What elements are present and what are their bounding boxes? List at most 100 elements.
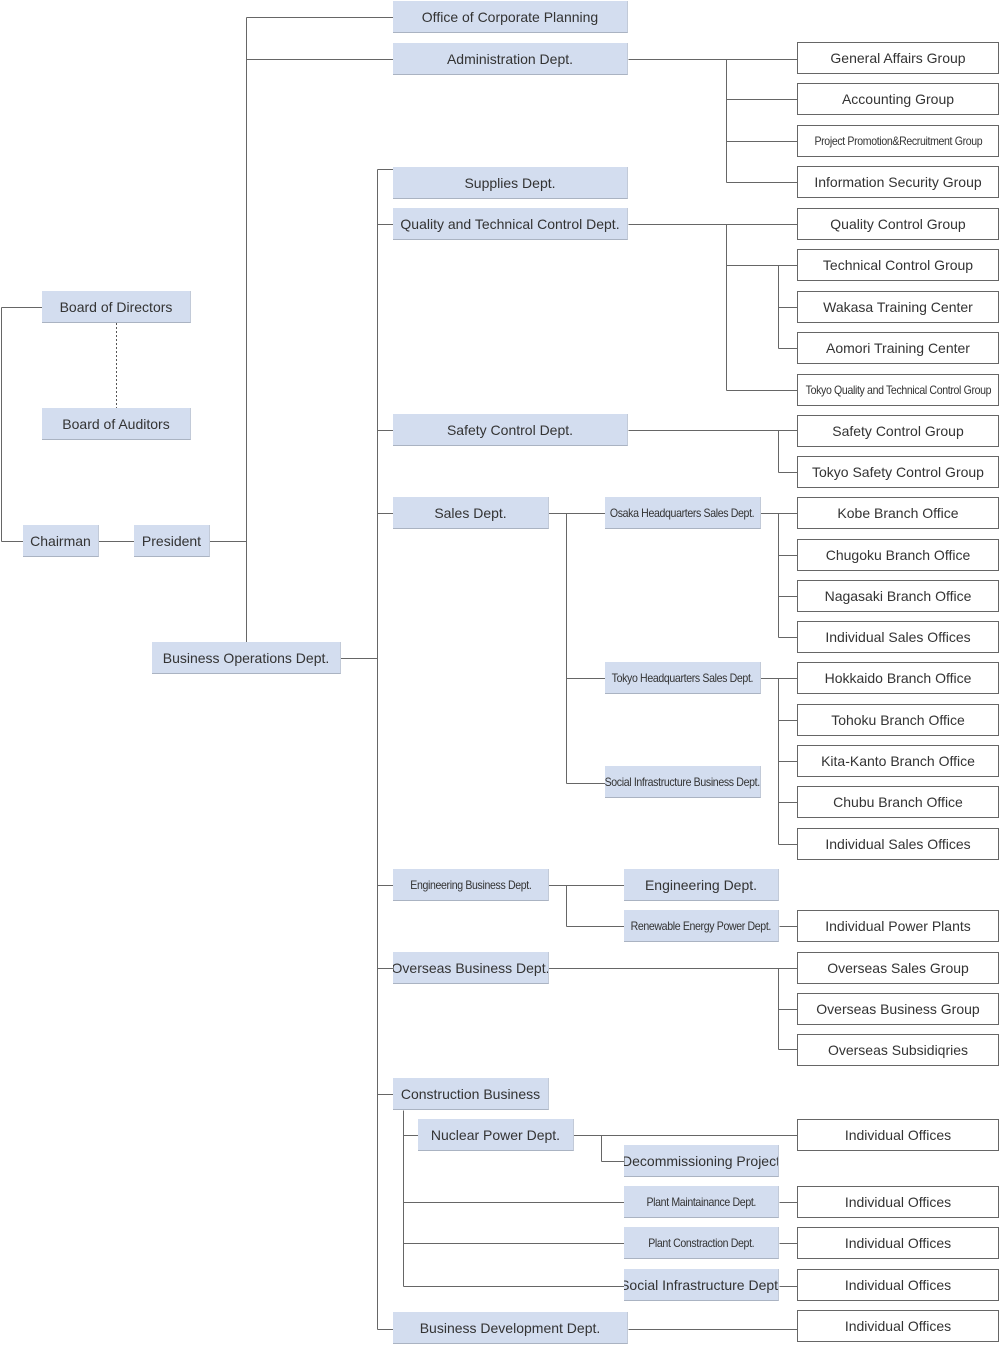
box-label: Plant Constraction Dept. <box>647 1235 755 1250</box>
group-box: Safety Control Group <box>797 415 999 447</box>
box-label: Safety Control Dept. <box>446 421 574 438</box>
group-box: Individual Sales Offices <box>797 828 999 860</box>
nuclear-power-dept-box: Nuclear Power Dept. <box>418 1119 574 1151</box>
group-box: Tokyo Quality and Technical Control Grou… <box>797 374 999 406</box>
group-box: Wakasa Training Center <box>797 291 999 323</box>
box-label: Osaka Headquarters Sales Dept. <box>610 505 755 520</box>
supplies-dept-box: Supplies Dept. <box>393 167 628 199</box>
box-label: Business Development Dept. <box>419 1319 601 1336</box>
social-infra-dept-box: Social Infrastructure Dept. <box>624 1269 779 1301</box>
box-label: Overseas Business Group <box>816 1001 980 1017</box>
administration-dept-box: Administration Dept. <box>393 43 628 75</box>
engineering-business-dept-box: Engineering Business Dept. <box>393 869 549 901</box>
plant-construction-dept-box: Plant Constraction Dept. <box>624 1227 779 1259</box>
box-label: Individual Offices <box>844 1318 952 1334</box>
box-label: President <box>141 532 202 549</box>
board-of-directors-box: Board of Directors <box>42 291 191 323</box>
box-label: Individual Offices <box>844 1127 952 1143</box>
box-label: Project Promotion&Recruitment Group <box>814 134 982 148</box>
box-label: Tokyo Quality and Technical Control Grou… <box>805 383 991 397</box>
decommissioning-project-box: Decommissioning Project <box>624 1145 779 1177</box>
box-label: Individual Offices <box>844 1235 952 1251</box>
group-box: Chugoku Branch Office <box>797 539 999 571</box>
group-box: Individual Offices <box>797 1227 999 1259</box>
box-label: Board of Directors <box>59 298 173 315</box>
quality-technical-dept-box: Quality and Technical Control Dept. <box>393 208 628 240</box>
box-label: Decommissioning Project <box>624 1152 779 1169</box>
box-label: Aomori Training Center <box>826 340 970 356</box>
box-label: Nagasaki Branch Office <box>824 588 972 604</box>
box-label: Overseas Sales Group <box>827 960 969 976</box>
group-box: Information Security Group <box>797 166 999 198</box>
box-label: Tokyo Safety Control Group <box>812 464 984 480</box>
group-box: Accounting Group <box>797 83 999 115</box>
box-label: Accounting Group <box>841 91 955 107</box>
board-of-auditors-box: Board of Auditors <box>42 408 191 440</box>
group-box: Kobe Branch Office <box>797 497 999 529</box>
chairman-box: Chairman <box>23 525 99 557</box>
box-label: Chubu Branch Office <box>833 794 963 810</box>
box-label: Tohoku Branch Office <box>831 712 965 728</box>
box-label: Hokkaido Branch Office <box>824 670 972 686</box>
box-label: Renewable Energy Power Dept. <box>630 918 772 933</box>
group-box: Individual Offices <box>797 1269 999 1301</box>
box-label: Sales Dept. <box>434 504 507 521</box>
group-box: Overseas Business Group <box>797 993 999 1025</box>
group-box: Hokkaido Branch Office <box>797 662 999 694</box>
engineering-dept-box: Engineering Dept. <box>624 869 779 901</box>
box-label: Administration Dept. <box>446 50 574 67</box>
construction-business-box: Construction Business <box>393 1078 549 1110</box>
box-label: Safety Control Group <box>832 423 964 439</box>
box-label: Social Infrastructure Dept. <box>624 1276 779 1293</box>
box-label: Social Infrastructure Business Dept. <box>605 774 761 789</box>
group-box: Project Promotion&Recruitment Group <box>797 125 999 157</box>
group-box: Nagasaki Branch Office <box>797 580 999 612</box>
group-box: Individual Sales Offices <box>797 621 999 653</box>
group-box: Aomori Training Center <box>797 332 999 364</box>
group-box: Individual Power Plants <box>797 910 999 942</box>
group-box: Tohoku Branch Office <box>797 704 999 736</box>
osaka-hq-sales-box: Osaka Headquarters Sales Dept. <box>605 497 761 529</box>
box-label: Individual Sales Offices <box>825 629 971 645</box>
box-label: Kobe Branch Office <box>837 505 959 521</box>
box-label: Business Operations Dept. <box>162 649 330 666</box>
box-label: Engineering Business Dept. <box>409 877 532 892</box>
plant-maintenance-dept-box: Plant Maintainance Dept. <box>624 1186 779 1218</box>
overseas-business-dept-box: Overseas Business Dept. <box>393 952 549 984</box>
business-operations-box: Business Operations Dept. <box>152 642 341 674</box>
tokyo-hq-sales-box: Tokyo Headquarters Sales Dept. <box>605 662 761 694</box>
box-label: Individual Offices <box>844 1194 952 1210</box>
group-box: Overseas Subsidiqries <box>797 1034 999 1066</box>
box-label: Individual Power Plants <box>825 918 971 934</box>
box-label: Construction Business <box>400 1085 541 1102</box>
box-label: Wakasa Training Center <box>823 299 973 315</box>
box-label: Quality Control Group <box>830 216 966 232</box>
safety-control-dept-box: Safety Control Dept. <box>393 414 628 446</box>
box-label: Kita-Kanto Branch Office <box>821 753 975 769</box>
social-infra-business-box: Social Infrastructure Business Dept. <box>605 766 761 798</box>
box-label: Tokyo Headquarters Sales Dept. <box>611 670 754 685</box>
group-box: Individual Offices <box>797 1186 999 1218</box>
group-box: Individual Offices <box>797 1310 999 1342</box>
box-label: Chugoku Branch Office <box>825 547 971 563</box>
box-label: General Affairs Group <box>830 50 966 66</box>
box-label: Information Security Group <box>814 174 982 190</box>
group-box: Overseas Sales Group <box>797 952 999 984</box>
box-label: Plant Maintainance Dept. <box>646 1194 756 1209</box>
group-box: Quality Control Group <box>797 208 999 240</box>
group-box: Chubu Branch Office <box>797 786 999 818</box>
group-box: Technical Control Group <box>797 249 999 281</box>
box-label: Engineering Dept. <box>644 876 758 893</box>
business-development-dept-box: Business Development Dept. <box>393 1312 628 1344</box>
box-label: Quality and Technical Control Dept. <box>400 215 620 232</box>
box-label: Technical Control Group <box>822 257 974 273</box>
group-box: Individual Offices <box>797 1119 999 1151</box>
corporate-planning-box: Office of Corporate Planning <box>393 1 628 33</box>
box-label: Overseas Business Dept. <box>393 959 549 976</box>
box-label: Overseas Subsidiqries <box>827 1042 969 1058</box>
renewable-energy-dept-box: Renewable Energy Power Dept. <box>624 910 779 942</box>
group-box: Tokyo Safety Control Group <box>797 456 999 488</box>
box-label: Supplies Dept. <box>464 174 556 191</box>
box-label: Office of Corporate Planning <box>421 8 599 25</box>
box-label: Individual Sales Offices <box>825 836 971 852</box>
